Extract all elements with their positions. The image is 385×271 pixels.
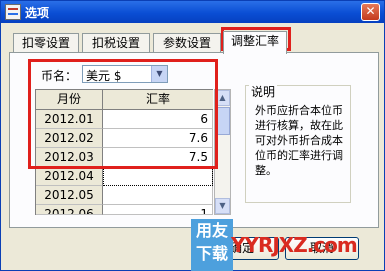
rate-cell[interactable]: 7.6 [103,129,213,148]
rate-cell[interactable]: 6 [103,110,213,129]
app-icon [5,4,21,20]
scroll-down-icon[interactable]: ▼ [215,198,230,214]
month-cell: 2012.03 [36,148,103,167]
app-icon-stripe-blue [8,13,18,15]
column-header-rate: 汇率 [103,90,213,110]
month-cell: 2012.02 [36,129,103,148]
scrollbar-thumb[interactable] [215,107,230,135]
rate-cell[interactable]: 7.5 [103,148,213,167]
currency-select-value: 美元 $ [86,69,122,83]
month-cell: 2012.05 [36,186,103,205]
tab-parameters[interactable]: 参数设置 [153,33,221,53]
table-scrollbar[interactable]: ▲ ▼ [214,89,231,215]
watermark-logo: 用友 下载 [191,219,233,271]
currency-select[interactable]: 美元 $ ▼ [82,65,168,83]
tab-bar: 扣零设置 扣税设置 参数设置 调整汇率 [9,31,381,54]
watermark-url: YYRJXZ.com [231,233,358,257]
tab-exchange-rate[interactable]: 调整汇率 [223,31,287,54]
description-title: 说明 [249,83,278,100]
description-text: 外币应折合本位币进行核算，故在此可对外币折合成本位币的汇率进行调整。 [255,104,343,177]
rate-cell-focused[interactable] [103,167,213,186]
close-button[interactable]: ✕ [361,3,380,21]
app-icon-stripe-red [8,8,18,10]
month-cell: 2012.01 [36,110,103,129]
month-cell: 2012.04 [36,167,103,186]
watermark-logo-bottom: 下载 [195,244,228,263]
window-title: 选项 [25,6,50,20]
chevron-down-icon[interactable]: ▼ [151,66,167,82]
options-dialog: 选项 ✕ 扣零设置 扣税设置 参数设置 调整汇率 币名： 美元 $ ▼ 月份 汇… [0,0,385,271]
rate-cell[interactable] [103,186,213,205]
exchange-rate-table: 月份 汇率 2012.01 6 2012.02 7.6 2012.03 7.5 … [35,89,213,215]
currency-label: 币名： [41,69,78,83]
month-cell: 2012.06 [36,205,103,215]
column-header-month: 月份 [36,90,103,110]
watermark-logo-top: 用友 [195,221,228,240]
scroll-up-icon[interactable]: ▲ [215,90,230,106]
rate-cell[interactable]: 1 [103,205,213,215]
tab-rounding[interactable]: 扣零设置 [13,33,79,53]
tab-tax[interactable]: 扣税设置 [82,33,150,53]
title-bar[interactable]: 选项 ✕ [1,1,384,23]
